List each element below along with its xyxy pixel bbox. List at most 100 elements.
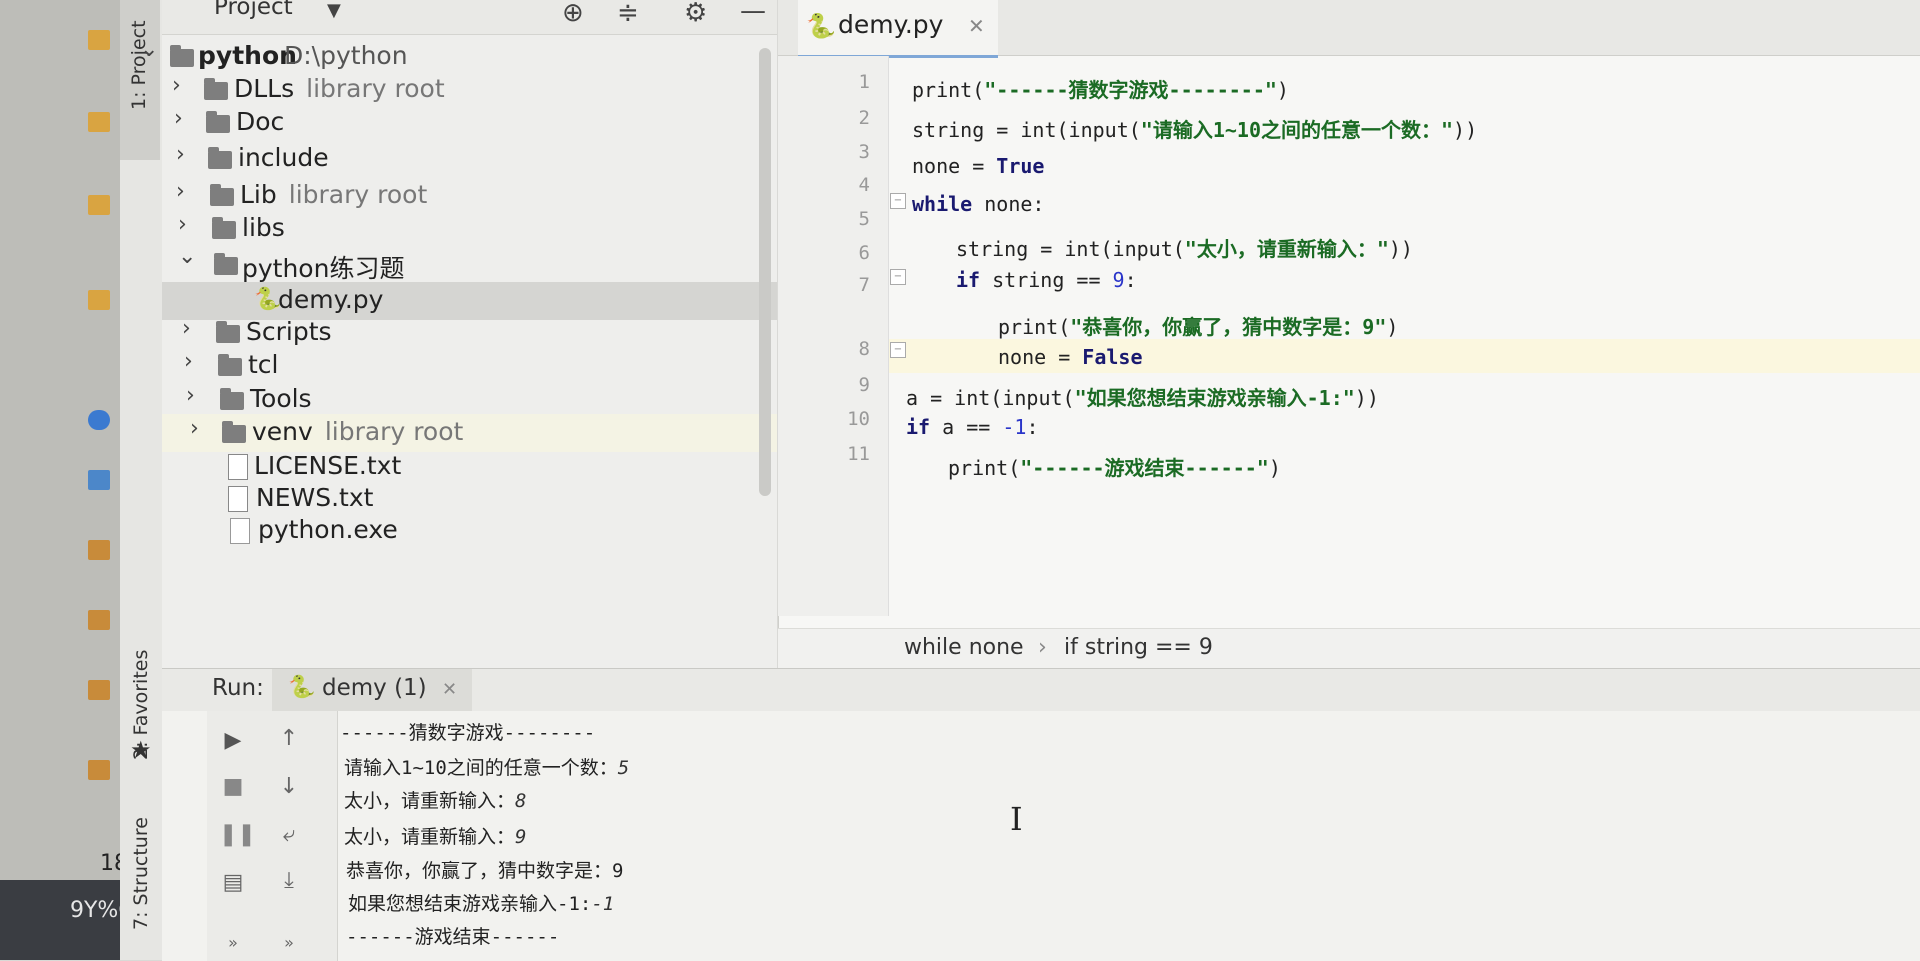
folder-icon	[210, 184, 234, 206]
tree-item-libs[interactable]: › libs	[162, 210, 777, 248]
chevron-right-icon[interactable]: ›	[176, 142, 185, 167]
chevron-right-icon[interactable]: ›	[182, 316, 191, 341]
chevron-down-icon[interactable]: ⌄	[140, 37, 158, 62]
hide-icon[interactable]: —	[740, 0, 766, 26]
soft-wrap-icon[interactable]: ⤶	[275, 821, 303, 849]
chevron-right-icon[interactable]: ›	[186, 383, 195, 408]
tab-demy-py[interactable]: 🐍 demy.py ✕	[798, 0, 998, 58]
project-scrollbar[interactable]	[759, 48, 771, 496]
layout-icon[interactable]: ▤	[219, 869, 247, 897]
code-keyword: while	[912, 192, 973, 216]
close-icon[interactable]: ✕	[442, 679, 457, 700]
tree-item-include[interactable]: › include	[162, 140, 777, 178]
chevron-right-icon[interactable]: ›	[172, 73, 181, 98]
project-panel: Project ▼ ⊕ ≑ ⚙ — ⌄ python D:\python › D…	[140, 0, 777, 668]
code-line[interactable]: none = True	[912, 154, 1044, 178]
code-text: ))	[1453, 118, 1478, 142]
code-line[interactable]: while none:	[912, 192, 1044, 216]
breadcrumb-item[interactable]: if string == 9	[1064, 635, 1213, 660]
code-text: a ==	[930, 415, 1003, 439]
editor-tab-bar: 🐍 demy.py ✕	[778, 0, 1920, 58]
code-text: print(	[948, 456, 1021, 480]
pause-icon[interactable]: ❚❚	[219, 821, 256, 849]
chevron-right-icon[interactable]: ›	[178, 212, 187, 237]
console-input: 8	[515, 790, 527, 812]
more-icon[interactable]: »	[275, 929, 303, 957]
code-text: )	[1276, 78, 1289, 102]
console-input: -1	[591, 893, 615, 915]
code-text: ))	[1388, 237, 1413, 261]
code-line[interactable]: print("恭喜你，你赢了，猜中数字是：9")	[998, 311, 1398, 340]
collapse-all-icon[interactable]: ≑	[617, 0, 639, 28]
code-keyword: if	[906, 415, 931, 439]
tool-window-stripe: 1: Project 2: Favorites ★ 7: Structure	[120, 0, 163, 960]
code-line[interactable]: print("------游戏结束------")	[948, 452, 1281, 481]
tree-item-doc[interactable]: › Doc	[162, 104, 777, 142]
text-cursor-icon: I	[1010, 800, 1023, 838]
code-text: string ==	[980, 268, 1113, 292]
rerun-icon[interactable]: ▶	[219, 727, 247, 755]
tree-item-label: venv	[252, 417, 313, 446]
code-line[interactable]: string = int(input("太小，请重新输入："))	[956, 233, 1413, 262]
code-line[interactable]: string = int(input("请输入1~10之间的任意一个数："))	[912, 114, 1477, 143]
close-icon[interactable]: ✕	[968, 14, 985, 38]
stop-icon[interactable]: ■	[219, 773, 247, 801]
tree-item-tcl[interactable]: › tcl	[162, 347, 777, 385]
code-line[interactable]: a = int(input("如果您想结束游戏亲输入-1:"))	[906, 382, 1379, 411]
tree-item-venv[interactable]: › venv library root	[162, 414, 777, 452]
run-tab-label: demy (1)	[322, 675, 427, 701]
locate-icon[interactable]: ⊕	[562, 0, 584, 28]
console-line: 太小，请重新输入：9	[344, 822, 526, 849]
run-toolbar: ▶ ↑ ■ ↓ ❚❚ ⤶ ▤ ⤓ » »	[207, 711, 338, 961]
code-line[interactable]: print("------猜数字游戏--------")	[912, 74, 1289, 103]
line-number: 11	[847, 443, 870, 465]
arrow-up-icon[interactable]: ↑	[275, 725, 303, 753]
code-number: 9	[1112, 268, 1125, 292]
scroll-to-end-icon[interactable]: ⤓	[275, 867, 303, 895]
console-line: 恭喜你，你赢了，猜中数字是：9	[346, 856, 623, 883]
folder-icon	[170, 45, 194, 67]
gear-icon[interactable]: ⚙	[684, 0, 707, 28]
line-number: 2	[858, 107, 870, 129]
project-panel-title[interactable]: Project	[214, 0, 293, 20]
breadcrumb-item[interactable]: while none	[904, 635, 1024, 660]
fold-end-icon[interactable]: −	[890, 342, 906, 358]
line-number: 8	[858, 338, 870, 360]
run-tab-demy[interactable]: 🐍 demy (1) ✕	[272, 669, 472, 711]
code-line[interactable]: none = False	[998, 345, 1143, 369]
code-string: "恭喜你，你赢了，猜中数字是：9"	[1070, 315, 1387, 339]
code-line[interactable]: if a == -1:	[906, 415, 1038, 439]
chevron-right-icon[interactable]: ›	[174, 106, 183, 131]
chevron-down-icon[interactable]: ▼	[327, 0, 341, 21]
code-text: none:	[972, 192, 1045, 216]
line-number-gutter: 1 2 3 4 5 6 7 8 9 10 11	[778, 56, 889, 616]
code-text: a = int(input(	[906, 386, 1075, 410]
project-tool-button[interactable]: 1: Project	[120, 0, 160, 160]
run-panel-header: Run: 🐍 demy (1) ✕	[162, 669, 1920, 711]
code-text: ))	[1354, 386, 1379, 410]
folder-icon	[88, 30, 110, 50]
chevron-down-icon[interactable]: ⌄	[178, 244, 196, 269]
tree-item-exercises[interactable]: ⌄ python练习题	[162, 244, 777, 284]
chevron-right-icon[interactable]: ›	[176, 179, 185, 204]
code-line[interactable]: if string == 9:	[956, 268, 1137, 292]
structure-tool-button[interactable]: 7: Structure	[130, 817, 152, 930]
line-number: 9	[858, 374, 870, 396]
line-number: 5	[858, 208, 870, 230]
code-string: "如果您想结束游戏亲输入-1:"	[1074, 386, 1355, 410]
fold-toggle-icon[interactable]: −	[890, 193, 906, 209]
tree-item-hint: library root	[306, 74, 445, 103]
cloud-icon	[88, 410, 110, 430]
more-icon[interactable]: »	[219, 929, 247, 957]
chevron-right-icon[interactable]: ›	[190, 416, 199, 441]
fold-toggle-icon[interactable]: −	[890, 269, 906, 285]
console-line: 请输入1~10之间的任意一个数：5	[344, 753, 629, 780]
editor-pane: 🐍 demy.py ✕ 1 2 3 4 5 6 7 8 9 10 11 − − …	[778, 0, 1920, 669]
console-line: ------游戏结束------	[346, 922, 559, 949]
arrow-down-icon[interactable]: ↓	[275, 773, 303, 801]
tree-item-label: Doc	[236, 107, 285, 136]
folder-icon	[88, 290, 110, 310]
tree-item-python-exe[interactable]: python.exe	[162, 512, 777, 550]
chevron-right-icon[interactable]: ›	[184, 349, 193, 374]
folder-icon	[88, 112, 110, 132]
